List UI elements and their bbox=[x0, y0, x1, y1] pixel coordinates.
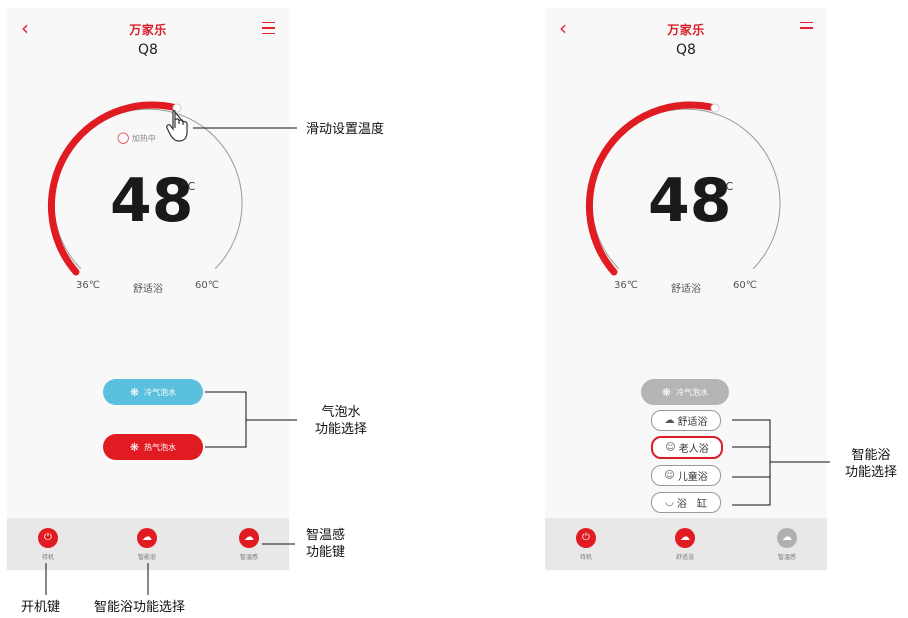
annotation-line: 智能浴 bbox=[851, 448, 891, 463]
annotation-bubble-water: 气泡水 功能选择 bbox=[306, 404, 376, 438]
annotation-line: 功能选择 bbox=[844, 465, 897, 480]
annotation-power-key: 开机键 bbox=[21, 600, 61, 615]
annotation-line: 功能选择 bbox=[314, 422, 367, 437]
annotation-smart-bath-select: 智能浴功能选择 bbox=[94, 600, 186, 615]
annotation-line: 气泡水 bbox=[321, 405, 361, 420]
annotation-slide-temperature: 滑动设置温度 bbox=[306, 122, 385, 137]
annotation-line: 功能键 bbox=[306, 545, 346, 560]
annotation-line: 智温感 bbox=[306, 528, 346, 543]
annotation-smart-bath-function: 智能浴 功能选择 bbox=[836, 447, 906, 481]
annotation-lines bbox=[45, 127, 830, 595]
annotation-smart-temp-key: 智温感 功能键 bbox=[306, 527, 345, 561]
